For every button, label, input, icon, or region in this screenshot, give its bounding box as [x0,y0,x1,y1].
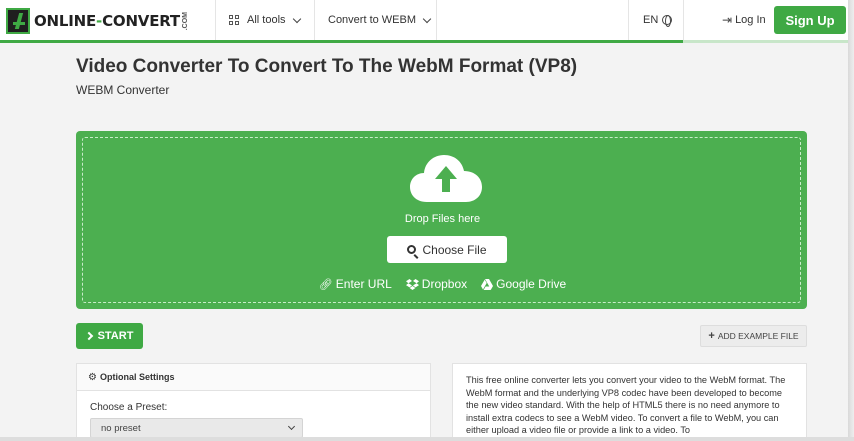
nav-divider [436,0,437,40]
language-label: EN [643,14,659,26]
search-icon [407,245,417,254]
converter-description: This free online converter lets you conv… [466,375,786,436]
nav-divider [628,0,629,40]
upload-dropzone-inner: Drop Files here Choose File 🔗︎ Enter URL… [82,137,801,303]
start-button[interactable]: START [76,323,143,349]
source-label: Google Drive [496,277,567,291]
converter-info-panel: This free online converter lets you conv… [452,363,807,441]
cloud-upload-icon [410,155,482,202]
login-label: Log In [735,14,766,26]
language-selector[interactable]: EN [643,0,673,40]
dropbox-icon [405,278,419,290]
start-label: START [97,330,134,342]
nav-divider [683,0,684,40]
choose-file-label: Choose File [422,242,487,257]
source-label: Dropbox [421,277,468,291]
logo-mark-icon [6,8,30,34]
upload-sources: 🔗︎ Enter URL Dropbox Google Drive [83,277,802,291]
chevron-down-icon [422,14,432,23]
all-tools-label: All tools [247,14,286,26]
login-icon: ⇥ [722,13,733,27]
preset-label: Choose a Preset: [90,402,168,413]
header-progress-fill [0,40,684,43]
logo-text: ONLINE-CONVERT [34,12,180,30]
gear-icon: ⚙ [88,371,97,383]
all-tools-menu[interactable]: All tools [229,0,301,40]
globe-icon [662,15,673,27]
enter-url-link[interactable]: 🔗︎ Enter URL [319,277,392,291]
add-example-file-button[interactable]: + ADD EXAMPLE FILE [700,325,807,347]
upload-dropzone[interactable]: Drop Files here Choose File 🔗︎ Enter URL… [76,131,807,309]
header-progress-strip [0,40,854,43]
convert-to-webm-menu[interactable]: Convert to WEBM [328,0,432,40]
window-edge-shadow [848,0,854,441]
optional-settings-panel: ⚙ Optional Settings Choose a Preset: no … [76,363,431,441]
nav-divider [314,0,315,40]
page-subtitle: WEBM Converter [76,83,170,97]
nav-divider [215,0,216,40]
source-label: Enter URL [335,277,392,291]
plus-icon: + [708,330,715,342]
choose-file-button[interactable]: Choose File [387,236,507,263]
example-label: ADD EXAMPLE FILE [717,331,799,341]
optional-settings-header[interactable]: ⚙ Optional Settings [77,364,430,391]
preset-select[interactable]: no preset [90,418,303,438]
dropbox-link[interactable]: Dropbox [405,277,468,291]
drop-files-text: Drop Files here [404,213,481,225]
sign-up-button[interactable]: Sign Up [774,6,846,34]
top-navigation-bar: ONLINE-CONVERT .COM All tools Convert to… [0,0,854,42]
grid-icon [229,15,239,25]
settings-heading: Optional Settings [99,372,175,382]
login-link[interactable]: ⇥ Log In [722,0,766,40]
chevron-right-icon [84,331,93,341]
preset-value: no preset [101,422,141,434]
google-drive-link[interactable]: Google Drive [481,277,566,291]
chevron-down-icon [292,14,301,23]
convert-menu-label: Convert to WEBM [328,14,417,26]
google-drive-icon [481,278,494,290]
page-title: Video Converter To Convert To The WebM F… [76,56,578,77]
chevron-down-icon [287,422,296,431]
logo-suffix: .COM [181,11,189,31]
window-edge-shadow [0,437,854,441]
site-logo[interactable]: ONLINE-CONVERT .COM [6,7,189,35]
link-icon: 🔗︎ [318,278,333,291]
